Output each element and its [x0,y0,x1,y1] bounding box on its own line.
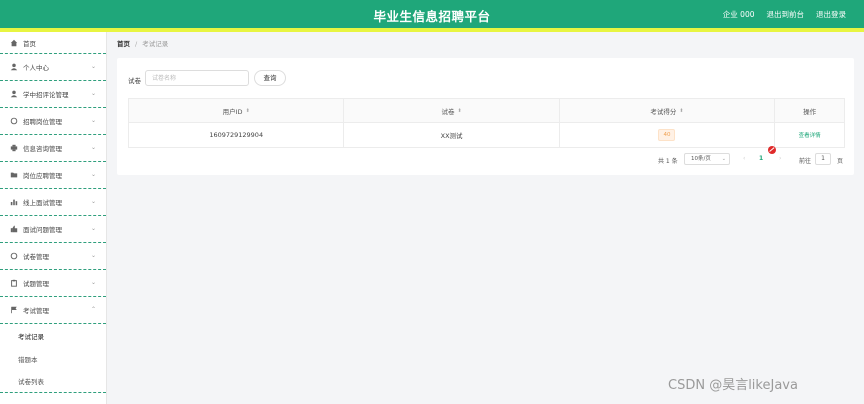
cell-score: 40 [560,123,776,147]
chevron-down-icon: ⌄ [90,279,96,286]
score-badge: 40 [658,129,676,141]
bar-chart-icon [10,199,18,206]
printer-icon [10,144,18,152]
sidebar-item-paper-management[interactable]: 试卷管理 ⌄ [0,243,106,270]
breadcrumb: 首页 / 考试记录 [117,38,854,54]
sidebar-item-question-management[interactable]: 试题管理 ⌄ [0,270,106,297]
back-to-front-link[interactable]: 退出到前台 [767,9,805,20]
search-button[interactable]: 查询 [254,70,286,86]
prev-page-button[interactable]: ‹ [743,155,745,162]
sort-icon[interactable]: ⬍ [679,108,683,114]
goto-label: 前往 [799,158,812,165]
watermark: CSDN @昊言likeJava [668,378,798,393]
table-row: 1609729129904 XX测试 40 查看详情 [129,123,844,147]
flag-icon [11,306,17,314]
chevron-down-icon: ⌄ [721,156,726,162]
chevron-down-icon: ⌄ [90,225,96,232]
user-group-icon [10,90,18,98]
breadcrumb-separator: / [135,40,138,48]
sidebar-item-exam-management[interactable]: 考试管理 ⌃ [0,297,106,324]
top-header: 毕业生信息招聘平台 企业 000 退出到前台 退出登录 [0,0,864,28]
chevron-down-icon: ⌄ [90,252,96,259]
chevron-up-icon: ⌃ [90,306,96,313]
sidebar-item-label: 面试问题管理 [23,226,62,234]
header-actions: 企业 000 退出到前台 退出登录 [723,9,846,20]
sidebar-item-personal-center[interactable]: 个人中心 ⌄ [0,54,106,81]
sidebar-subitem-paper-list[interactable]: 试卷列表 [0,370,106,393]
pagination-total: 共 1 条 [658,158,678,165]
sidebar-item-label: 招聘岗位管理 [23,118,62,126]
goto-page-input[interactable]: 1 [815,153,831,165]
circle-icon [10,252,18,260]
sidebar-item-label: 岗位应聘管理 [23,172,62,180]
sidebar-item-interview-question-management[interactable]: 面试问题管理 ⌄ [0,216,106,243]
chevron-down-icon: ⌄ [90,90,96,97]
sort-icon[interactable]: ⬍ [246,108,250,114]
chevron-down-icon: ⌄ [90,63,96,70]
cell-action: 查看详情 [775,123,844,147]
sidebar-item-job-post-management[interactable]: 招聘岗位管理 ⌄ [0,108,106,135]
folder-icon [10,172,18,178]
goto-unit-label: 页 [837,158,844,165]
next-page-button[interactable]: › [779,155,781,162]
exam-records-table: 用户ID ⬍ 试卷 ⬍ 考试得分 ⬍ 操作 1609729129904 XX测试 40… [128,98,845,148]
sidebar-subitem-wrong-questions[interactable]: 错题本 [0,347,106,370]
page-size-select[interactable]: 10条/页 ⌄ [684,153,730,165]
sidebar-item-online-interview-management[interactable]: 线上面试管理 ⌄ [0,189,106,216]
table-header: 用户ID ⬍ 试卷 ⬍ 考试得分 ⬍ 操作 [129,99,844,123]
logout-link[interactable]: 退出登录 [816,9,846,20]
sort-icon[interactable]: ⬍ [457,108,461,114]
chevron-down-icon: ⌄ [90,198,96,205]
search-input[interactable] [145,70,249,86]
sidebar-item-label: 学中招评论管理 [23,91,69,99]
sidebar-item-label: 考试管理 [23,307,49,315]
sidebar-item-application-management[interactable]: 岗位应聘管理 ⌄ [0,162,106,189]
user-icon [10,63,18,71]
chevron-down-icon: ⌄ [90,171,96,178]
sidebar-item-home[interactable]: 首页 [0,32,106,54]
cell-user-id: 1609729129904 [129,123,345,147]
chevron-down-icon: ⌄ [90,144,96,151]
breadcrumb-current: 考试记录 [142,40,169,48]
sidebar-item-label: 首页 [23,39,36,48]
page-number-current[interactable]: 1 [759,155,763,162]
current-user: 企业 000 [722,10,755,19]
sidebar-item-comment-management[interactable]: 学中招评论管理 ⌄ [0,81,106,108]
sidebar-item-label: 信息咨询管理 [23,145,62,153]
sidebar-subitem-exam-records[interactable]: 考试记录 [0,324,106,347]
not-allowed-cursor-icon [768,146,776,154]
sidebar-item-consultation-management[interactable]: 信息咨询管理 ⌄ [0,135,106,162]
sidebar: 首页 个人中心 ⌄ 学中招评论管理 ⌄ 招聘岗位管理 ⌄ 信息咨询管理 ⌄ 岗位… [0,32,107,404]
header-accent-line [0,28,864,32]
column-header-user-id[interactable]: 用户ID ⬍ [129,99,345,122]
sidebar-item-label: 试题管理 [23,280,49,288]
content-panel: 试卷 查询 用户ID⬍ 试卷⬍ 考试得分⬍ 操作 1609729129904 X… [117,58,854,175]
home-icon [10,39,18,46]
clipboard-icon [11,279,17,287]
sidebar-item-label: 试卷管理 [23,253,49,261]
pagination: 共 1 条 10条/页 ⌄ ‹ 1 › 前往 1 页 [117,146,854,167]
breadcrumb-home[interactable]: 首页 [117,40,130,48]
view-details-link[interactable]: 查看详情 [799,131,821,139]
column-header-score[interactable]: 考试得分 ⬍ [560,99,776,122]
sidebar-item-label: 个人中心 [23,64,49,72]
chevron-down-icon: ⌄ [90,117,96,124]
refresh-icon [10,117,18,125]
column-header-action: 操作 [803,107,817,116]
thumb-icon [10,225,18,233]
column-header-paper[interactable]: 试卷 ⬍ [344,99,560,122]
search-label: 试卷 [128,77,141,85]
cell-paper: XX测试 [344,123,560,147]
sidebar-item-label: 线上面试管理 [23,199,62,207]
